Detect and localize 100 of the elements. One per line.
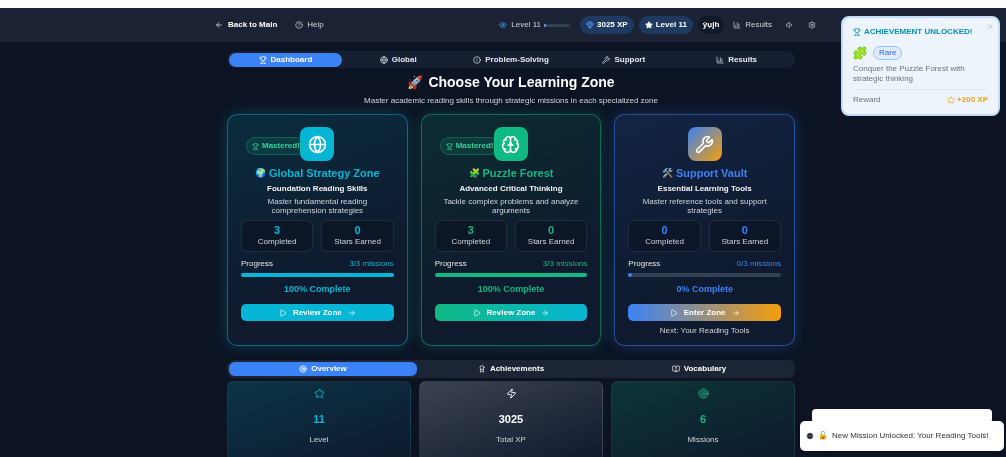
zone-emoji: 🧩 (468, 166, 480, 180)
nav-tab[interactable]: Problem-Solving (454, 52, 568, 67)
zone-subtitle: Essential Learning Tools (657, 182, 752, 195)
popup-title: ACHIEVEMENT UNLOCKED! (864, 26, 973, 38)
percent-complete: 100% Complete (477, 282, 545, 296)
progress-label: Progress (628, 257, 661, 270)
rocket-emoji: 🚀 (407, 73, 424, 92)
stat-card-value: 11 (313, 412, 325, 427)
zone-emoji: 🛠 (661, 166, 673, 180)
stat-value: 0 (661, 223, 668, 236)
play-icon (278, 308, 287, 317)
missions-count: 3/3 missions (542, 257, 588, 270)
stat-value: 0 (548, 223, 555, 236)
nav-tab[interactable]: Global (341, 52, 455, 67)
chart-icon (716, 55, 725, 64)
zone-description: Master reference tools and support strategies (641, 196, 768, 215)
progress-label: Progress (241, 257, 273, 270)
stat-label: Stars Earned (334, 235, 381, 248)
target-icon (299, 365, 308, 373)
target-icon (697, 388, 709, 399)
stat-value: 3 (467, 223, 474, 236)
wrench-icon (695, 134, 715, 154)
stat-card-value: 3025 (498, 412, 524, 427)
level-badge: Level 11 (638, 16, 693, 34)
trophy-icon (252, 142, 259, 150)
lightning-icon (505, 388, 517, 399)
achievement-description: Conquer the Puzzle Forest with strategic thinking (853, 64, 966, 84)
globe-icon (307, 134, 327, 154)
stat-value: 0 (741, 223, 748, 236)
section-tab[interactable]: Overview (229, 362, 417, 376)
star-icon (947, 96, 956, 104)
arrow-right-icon (731, 308, 740, 317)
zone-emoji: 🌍 (255, 166, 266, 180)
gem-icon (586, 21, 594, 29)
sound-button[interactable] (786, 21, 794, 29)
chart-icon (733, 21, 742, 29)
globe-icon (379, 55, 388, 64)
help-button[interactable]: Help (295, 19, 324, 31)
play-icon (472, 308, 481, 317)
wrench-icon (602, 55, 611, 64)
reward-label: Reward (853, 94, 881, 106)
percent-complete: 100% Complete (284, 282, 351, 296)
star-icon (313, 388, 325, 399)
zone-description: Tackle complex problems and analyze arguments (442, 196, 580, 215)
results-button[interactable]: Results (733, 19, 772, 31)
eye-icon (499, 21, 508, 29)
trophy-icon (445, 142, 453, 150)
zone-description: Master fundamental reading comprehension strategies (266, 196, 369, 215)
zone-name: Support Vault (675, 166, 748, 181)
help-icon (295, 21, 304, 29)
toast-text: New Mission Unlocked: Your Reading Tools! (832, 430, 989, 442)
rarity-badge: Rare (873, 46, 903, 60)
award-icon (477, 365, 486, 373)
arrow-right-icon (541, 308, 550, 317)
missions-count: 0/3 missions (736, 257, 781, 270)
section-tab[interactable]: Vocabulary (605, 362, 793, 376)
zone-subtitle: Foundation Reading Skills (267, 182, 368, 195)
section-tab[interactable]: Achievements (417, 362, 605, 376)
stat-label: Completed (451, 235, 491, 248)
stat-value: 0 (354, 223, 361, 236)
reward-value: +200 XP (957, 94, 988, 106)
zone-name: Puzzle Forest (482, 166, 554, 181)
stat-label: Stars Earned (721, 235, 769, 248)
book-icon (671, 365, 680, 373)
nav-tab[interactable]: Results (680, 52, 793, 67)
language-button[interactable]: ŷụjh (697, 16, 725, 34)
stat-card-label: Missions (687, 433, 719, 446)
nav-tab[interactable]: Support (567, 52, 681, 67)
stat-card-value: 6 (699, 412, 707, 427)
xp-badge: 3025 XP (580, 16, 634, 34)
star-icon (644, 21, 653, 29)
stat-value: 3 (274, 223, 281, 236)
next-mission-note: Next: Your Reading Tools (659, 325, 750, 337)
trophy-icon (258, 55, 267, 64)
stat-label: Stars Earned (527, 235, 575, 248)
settings-icon (808, 21, 816, 29)
trophy-icon (853, 28, 861, 36)
puzzle-icon (853, 46, 867, 60)
percent-complete: 0% Complete (676, 282, 733, 296)
toast-emoji: 🔓 (818, 430, 828, 442)
arrow-left-icon (215, 21, 223, 29)
arrow-right-icon (347, 308, 356, 317)
stat-card-label: Total XP (496, 433, 526, 446)
page-subtitle: Master academic reading skills through strategic missions in each specialized zone (363, 95, 659, 107)
nav-tab[interactable]: Dashboard (229, 52, 342, 67)
missions-count: 3/3 missions (349, 257, 394, 270)
back-button[interactable]: Back to Main (215, 19, 278, 31)
alert-icon (473, 55, 482, 64)
zone-subtitle: Advanced Critical Thinking (459, 182, 563, 195)
stat-label: Completed (257, 235, 297, 248)
play-icon (669, 308, 678, 317)
level-label: Level 11 (511, 19, 541, 31)
zone-name: Global Strategy Zone (269, 166, 380, 181)
stat-label: Completed (645, 235, 684, 248)
brain-icon (501, 134, 521, 154)
check-icon (806, 432, 814, 440)
settings-button[interactable] (808, 21, 816, 29)
progress-label: Progress (434, 257, 467, 270)
speaker-icon (786, 21, 794, 29)
page-title: Choose Your Learning Zone (428, 73, 615, 92)
